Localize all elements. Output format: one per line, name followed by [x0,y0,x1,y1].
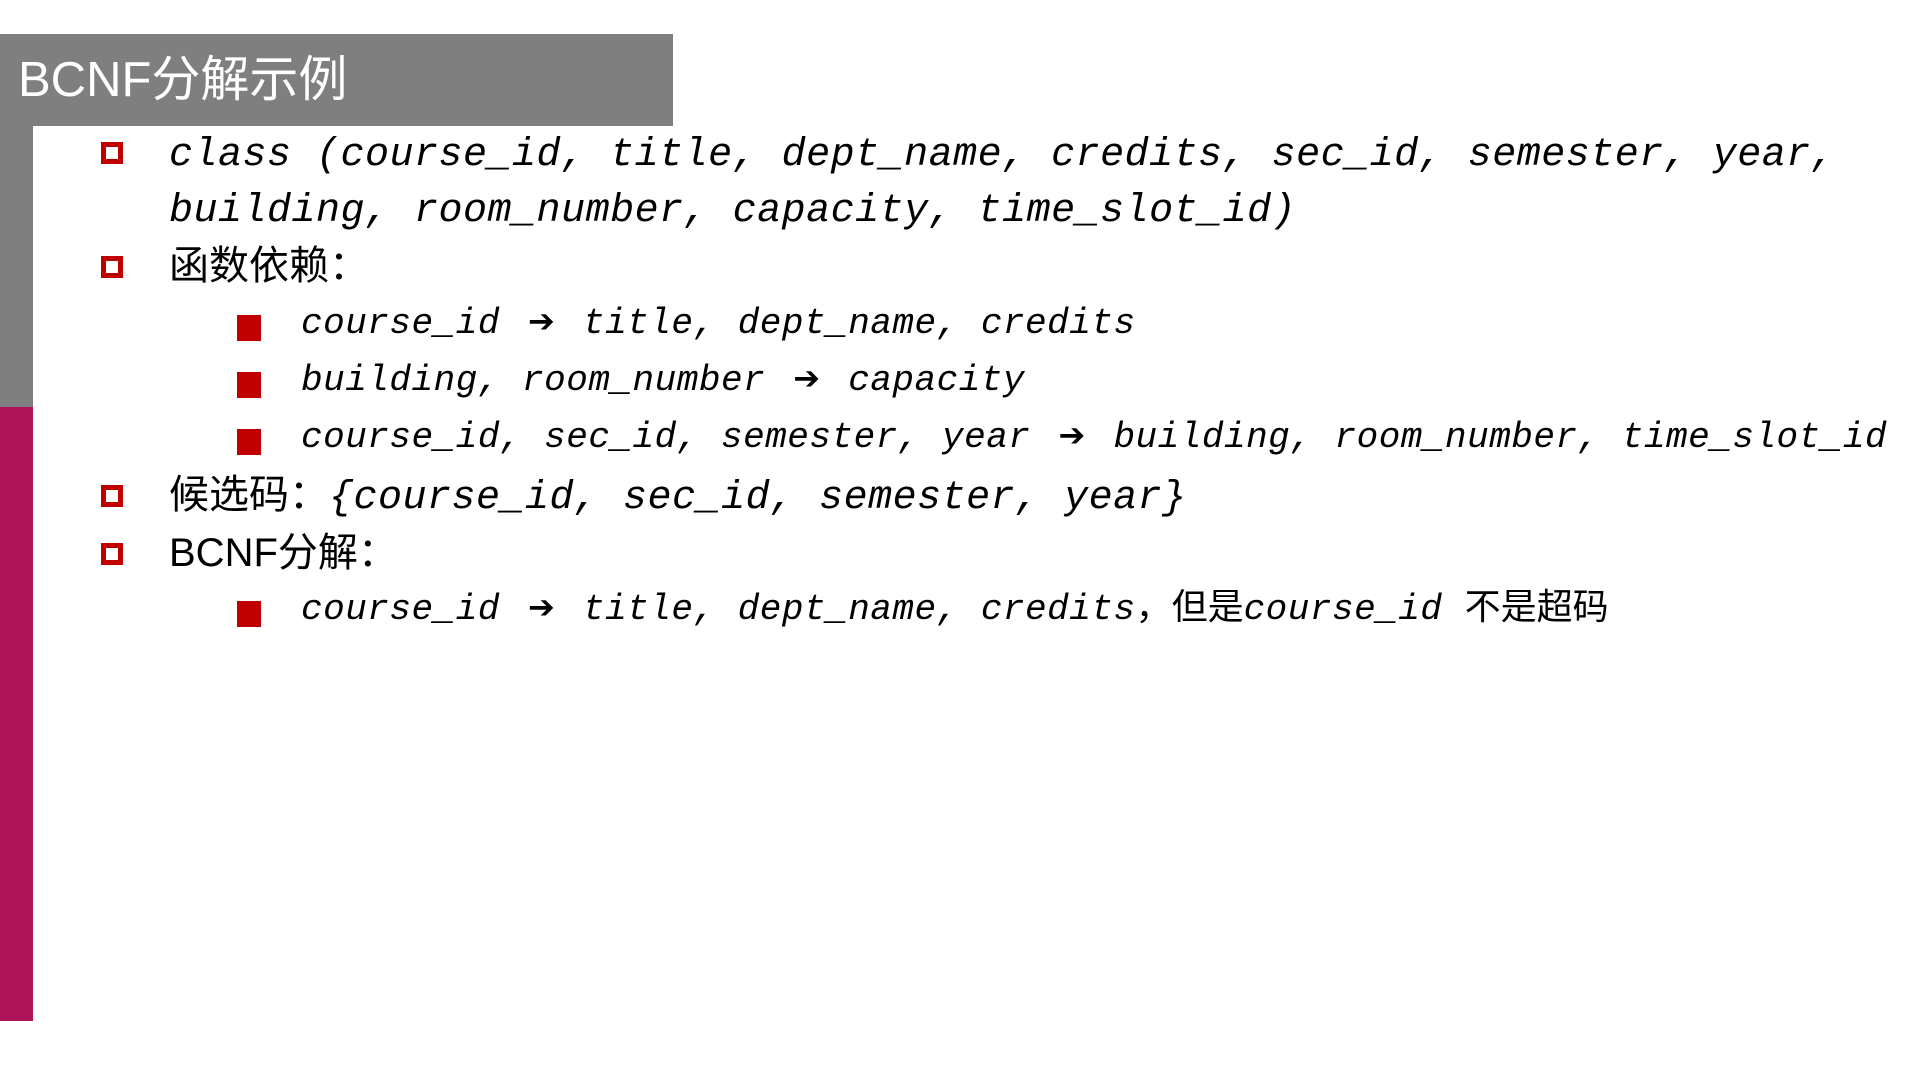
solid-square-bullet [237,371,261,398]
slide-footer: 浙大 1897 浙江大学 ZHEJIANG UNIVERSITY 8 https… [0,990,1920,1080]
slide-canvas: BCNF分解示例 class (course_id, title, dept_n… [0,0,1920,1080]
page-title: BCNF分解示例 [18,52,348,107]
sub-bullet-list: course_id ➔ title, dept_name, credits bui… [237,298,1920,461]
hollow-square-bullet [101,256,123,279]
solid-square-bullet [237,601,261,628]
label-text: 函数依赖： [169,244,369,289]
hollow-square-bullet [101,142,123,164]
bullet-text-level1: BCNF分解： [169,527,1920,580]
spine-crimson-band [0,407,33,1021]
bullet-item-level1: 函数依赖： course_id ➔ title, dept_name, credi… [33,240,1920,460]
bullet-text-level2: course_id ➔ title, dept_name, credits [301,298,1920,347]
schema-text: building, room_number [301,359,788,401]
schema-text: course_id [301,589,523,631]
label-text: ，但是 [1135,586,1244,628]
bullet-item-level1: class (course_id, title, dept_name, cred… [33,126,1920,238]
bullet-text-level2: course_id ➔ title, dept_name, credits，但是… [301,584,1920,633]
schema-text: title, dept_name, credits [560,589,1136,631]
slide-body: class (course_id, title, dept_name, cred… [33,126,1920,1021]
arrow-icon: ➔ [793,358,821,397]
arrow-icon: ➔ [528,588,555,627]
bullet-item-level2: course_id, sec_id, semester, year ➔ buil… [237,412,1920,461]
schema-text: building, room_number, time_slot_id [1091,416,1888,458]
schema-text: {course_id, sec_id, semester, year} [329,475,1187,521]
label-text: 候选码： [169,472,329,517]
bullet-text-level1: class (course_id, title, dept_name, cred… [169,126,1920,238]
sub-bullet-list: course_id ➔ title, dept_name, credits，但是… [237,584,1920,633]
schema-text: course_id [1243,589,1465,631]
schema-text: course_id, sec_id, semester, year [301,416,1053,458]
schema-text: title, dept_name, credits [560,302,1136,344]
arrow-icon: ➔ [528,301,555,340]
bullet-item-level1: BCNF分解： course_id ➔ title, dept_name, cre… [33,527,1920,633]
hollow-square-bullet [101,542,123,565]
solid-square-bullet [237,428,261,455]
hollow-square-bullet [101,484,123,507]
bullet-item-level2: course_id ➔ title, dept_name, credits，但是… [237,584,1920,633]
schema-text: course_id [301,302,523,344]
bullet-item-level2: building, room_number ➔ capacity [237,355,1920,404]
arrow-icon: ➔ [1058,415,1086,454]
bullet-text-level1: 候选码：{course_id, sec_id, semester, year} [169,469,1920,525]
bullet-list: class (course_id, title, dept_name, cred… [33,126,1920,633]
label-text: 不是超码 [1464,586,1609,628]
bullet-text-level1: 函数依赖： [169,240,1920,293]
bullet-item-level1: 候选码：{course_id, sec_id, semester, year} [33,469,1920,525]
solid-square-bullet [237,314,261,341]
label-text: BCNF分解： [169,530,398,575]
schema-text: class (course_id, title, dept_name, cred… [169,133,1836,235]
bullet-text-level2: course_id, sec_id, semester, year ➔ buil… [301,412,1920,461]
schema-text: capacity [826,359,1026,401]
bullet-text-level2: building, room_number ➔ capacity [301,355,1920,404]
title-banner: BCNF分解示例 [0,34,673,126]
bullet-item-level2: course_id ➔ title, dept_name, credits [237,298,1920,347]
